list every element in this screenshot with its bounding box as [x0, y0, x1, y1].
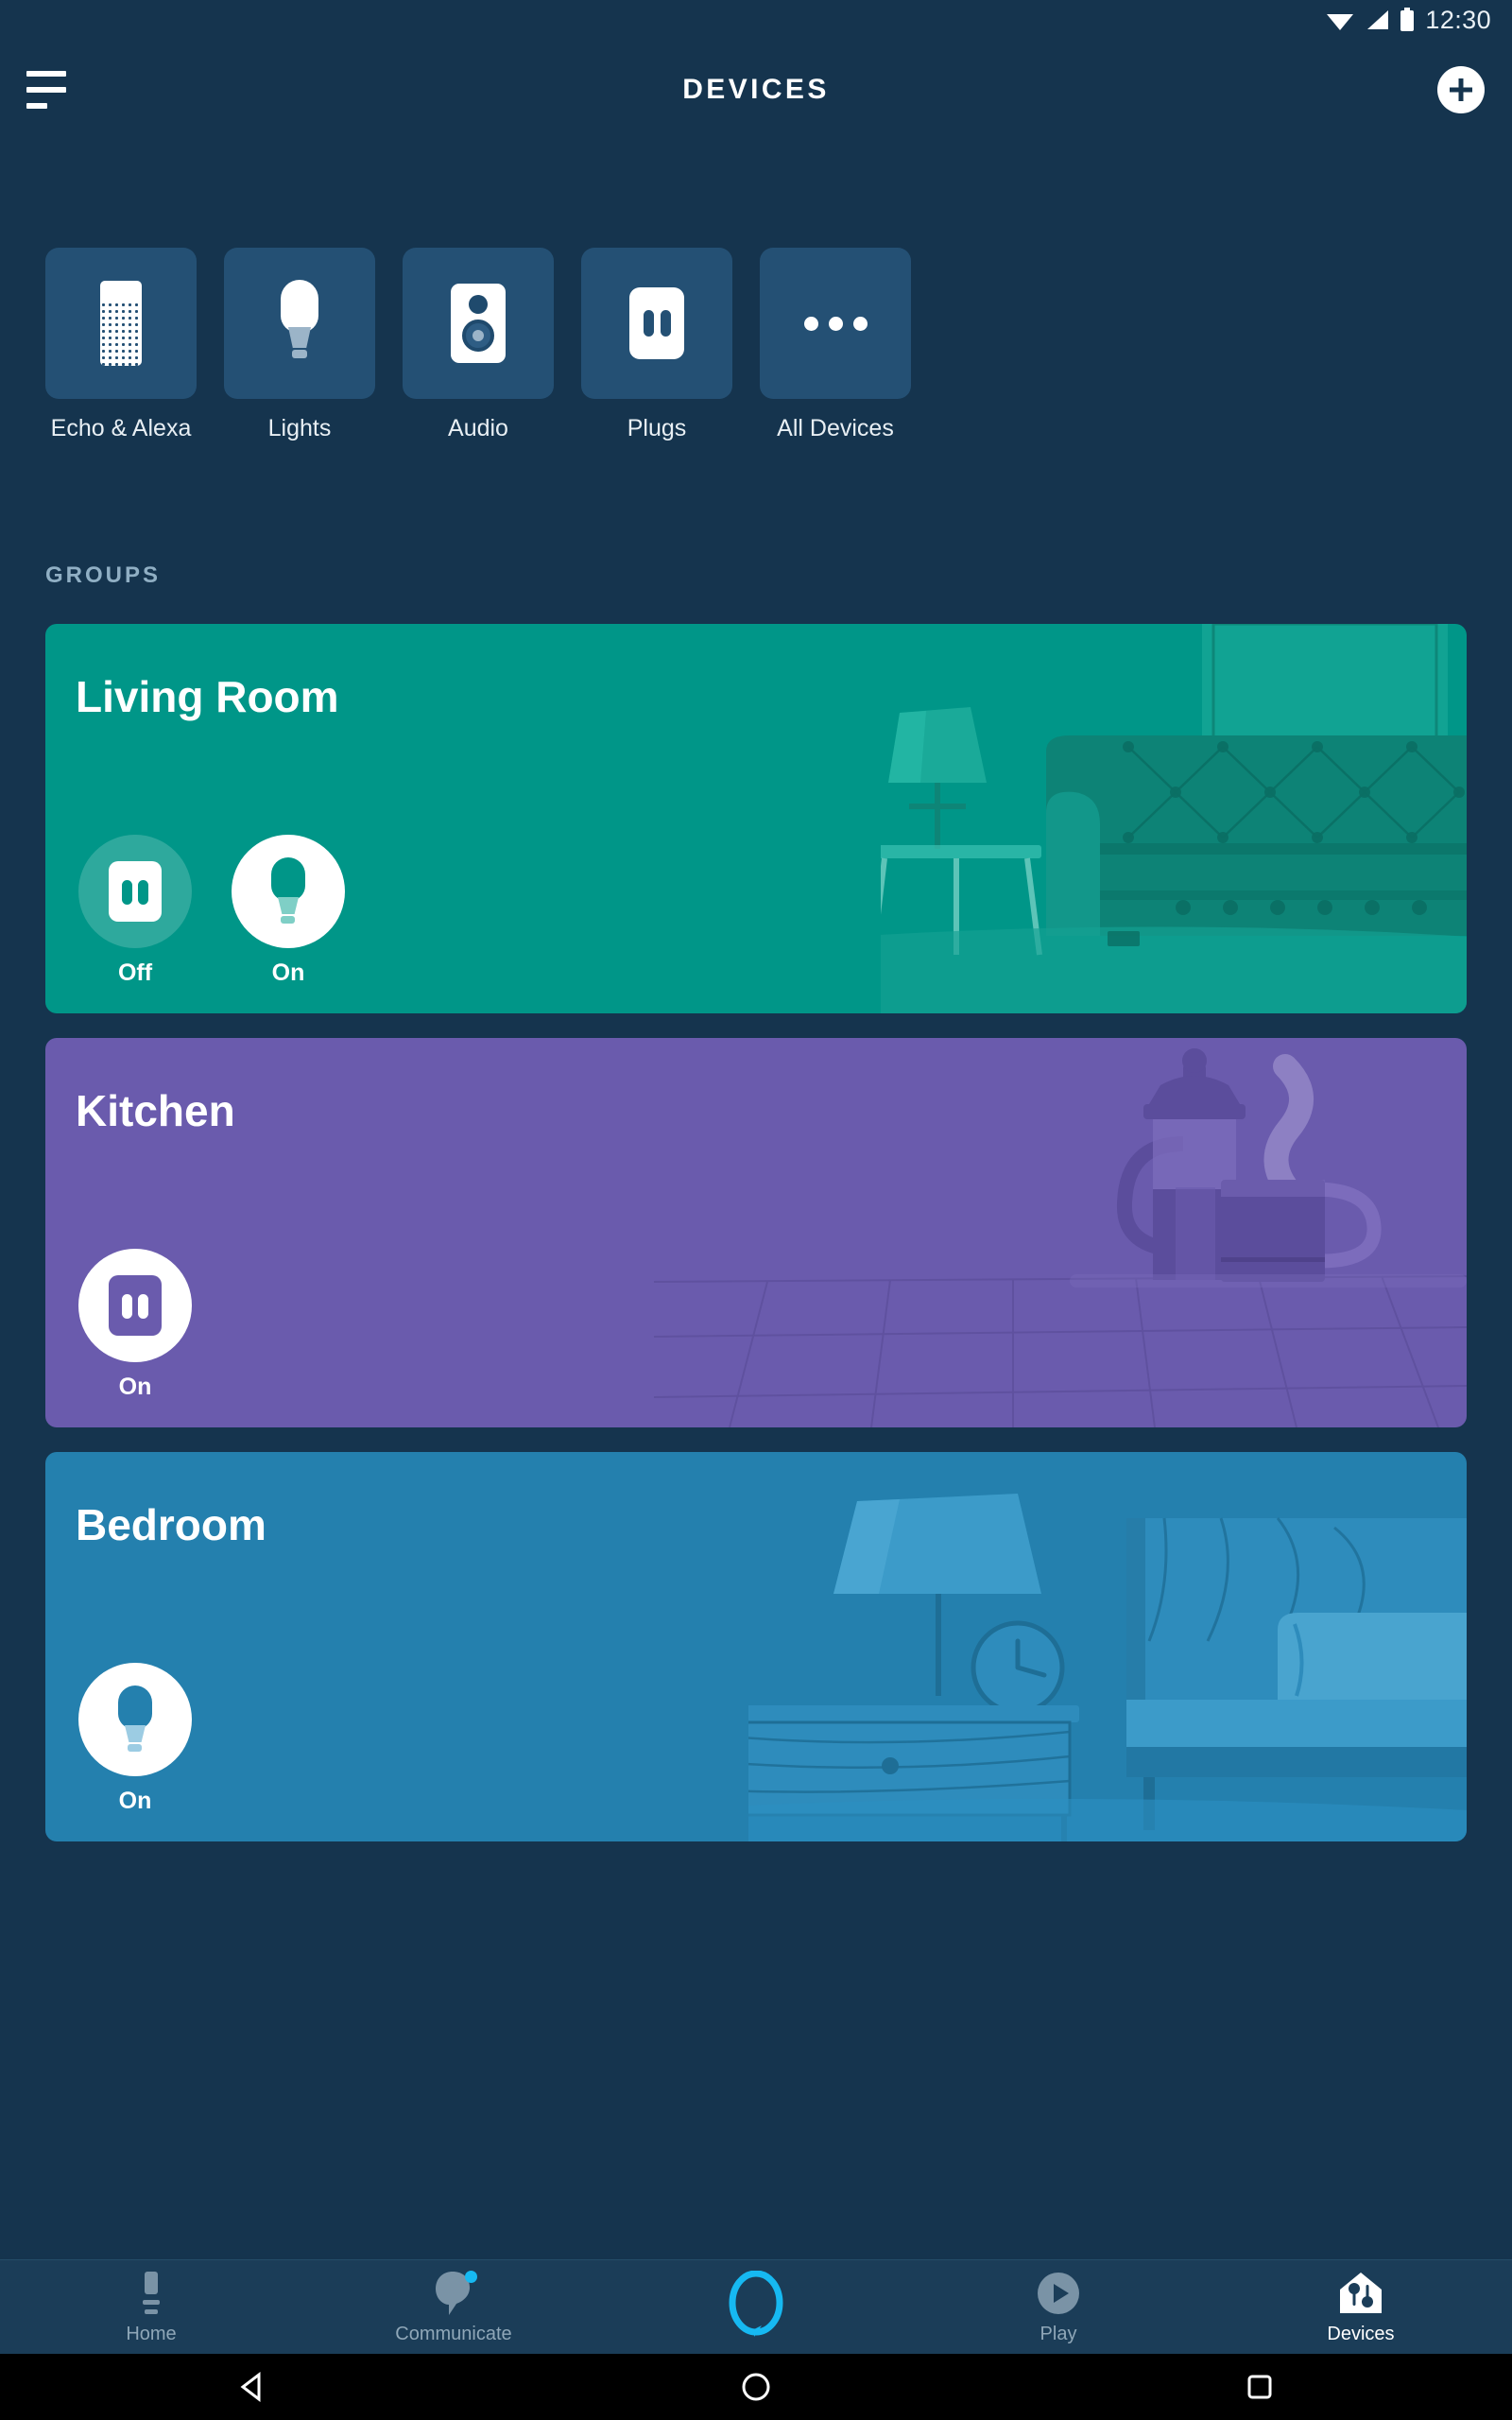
group-toggle-row: Off On [74, 835, 350, 987]
bedroom-illustration [748, 1494, 1467, 1841]
toggle-light[interactable]: On [227, 835, 350, 987]
toggle-circle [232, 835, 345, 948]
bottom-navigation-bar: Home Communicate Play Devices [0, 2259, 1512, 2354]
category-label: Audio [448, 415, 508, 441]
group-name: Bedroom [76, 1500, 266, 1549]
wifi-icon [1326, 9, 1354, 31]
category-label: All Devices [777, 415, 894, 441]
recents-square-icon[interactable] [1175, 2354, 1345, 2420]
light-bulb-icon [265, 857, 312, 925]
category-label: Lights [267, 415, 332, 441]
light-bulb-icon [112, 1685, 159, 1754]
nav-item-alexa[interactable] [605, 2270, 907, 2337]
devices-house-icon [1337, 2269, 1384, 2318]
status-bar-clock: 12:30 [1425, 5, 1491, 34]
nav-item-communicate[interactable]: Communicate [302, 2269, 605, 2345]
group-card-bedroom[interactable]: Bedroom On [45, 1452, 1467, 1841]
category-tile [224, 248, 375, 399]
category-tile [45, 248, 197, 399]
group-card-kitchen[interactable]: Kitchen On [45, 1038, 1467, 1427]
power-plug-icon [109, 861, 162, 922]
nav-label: Communicate [395, 2324, 512, 2344]
app-bar: DEVICES [0, 40, 1512, 139]
alexa-ring-icon [726, 2270, 786, 2337]
toggle-plug[interactable]: Off [74, 835, 197, 987]
category-tile [581, 248, 732, 399]
cellular-signal-icon [1365, 9, 1389, 31]
hamburger-line [26, 86, 66, 93]
kitchen-illustration [654, 1048, 1467, 1427]
hamburger-line [26, 70, 66, 77]
nav-label: Play [1040, 2324, 1077, 2344]
power-plug-icon [109, 1275, 162, 1336]
battery-icon [1400, 8, 1415, 32]
nav-label: Devices [1327, 2324, 1395, 2344]
category-lights[interactable]: Lights [224, 248, 375, 442]
toggle-state-label: On [271, 959, 305, 986]
status-bar: 12:30 [0, 0, 1512, 40]
ellipsis-icon [803, 316, 868, 331]
toggle-plug[interactable]: On [74, 1249, 197, 1401]
power-plug-icon [629, 287, 684, 359]
category-tile [760, 248, 911, 399]
android-system-nav [0, 2354, 1512, 2420]
category-audio[interactable]: Audio [403, 248, 554, 442]
group-toggle-row: On [74, 1663, 197, 1815]
category-label: Echo & Alexa [50, 415, 192, 441]
toggle-state-label: On [118, 1788, 152, 1814]
groups-section-label: GROUPS [45, 562, 162, 588]
hamburger-menu-icon[interactable] [26, 70, 76, 109]
nav-item-devices[interactable]: Devices [1210, 2269, 1512, 2345]
add-circle-icon[interactable] [1436, 65, 1486, 114]
toggle-circle [78, 835, 192, 948]
hamburger-line [26, 102, 47, 109]
toggle-state-label: On [118, 1374, 152, 1400]
device-category-row: Echo & Alexa Lights Audio Plugs All Devi… [45, 248, 911, 442]
group-card-living-room[interactable]: Living Room Off On [45, 624, 1467, 1013]
nav-label: Home [126, 2324, 177, 2344]
back-triangle-icon[interactable] [167, 2354, 337, 2420]
nav-item-home[interactable]: Home [0, 2269, 302, 2345]
toggle-light[interactable]: On [74, 1663, 197, 1815]
living-room-illustration [881, 624, 1467, 1013]
toggle-circle [78, 1663, 192, 1776]
category-label: Plugs [627, 415, 687, 441]
light-bulb-icon [272, 280, 327, 367]
category-plugs[interactable]: Plugs [581, 248, 732, 442]
group-name: Living Room [76, 672, 339, 721]
echo-mesh-pattern [100, 302, 142, 366]
home-echo-icon [132, 2269, 170, 2318]
groups-card-list: Living Room Off On Kitchen On Bedroom On [45, 624, 1467, 1866]
group-toggle-row: On [74, 1249, 197, 1401]
echo-speaker-icon [100, 281, 142, 366]
play-circle-icon [1036, 2269, 1081, 2318]
category-tile [403, 248, 554, 399]
toggle-state-label: Off [117, 959, 153, 986]
audio-speaker-icon [451, 284, 506, 363]
alexa-devices-screen: 12:30 DEVICES Echo & Alexa Lights Audio … [0, 0, 1512, 2420]
page-title: DEVICES [682, 73, 830, 105]
group-name: Kitchen [76, 1086, 235, 1135]
nav-item-play[interactable]: Play [907, 2269, 1210, 2345]
category-echo-alexa[interactable]: Echo & Alexa [45, 248, 197, 442]
communicate-bubble-icon [432, 2269, 477, 2318]
home-circle-icon[interactable] [671, 2354, 841, 2420]
category-all-devices[interactable]: All Devices [760, 248, 911, 442]
notification-badge [465, 2271, 477, 2283]
toggle-circle [78, 1249, 192, 1362]
